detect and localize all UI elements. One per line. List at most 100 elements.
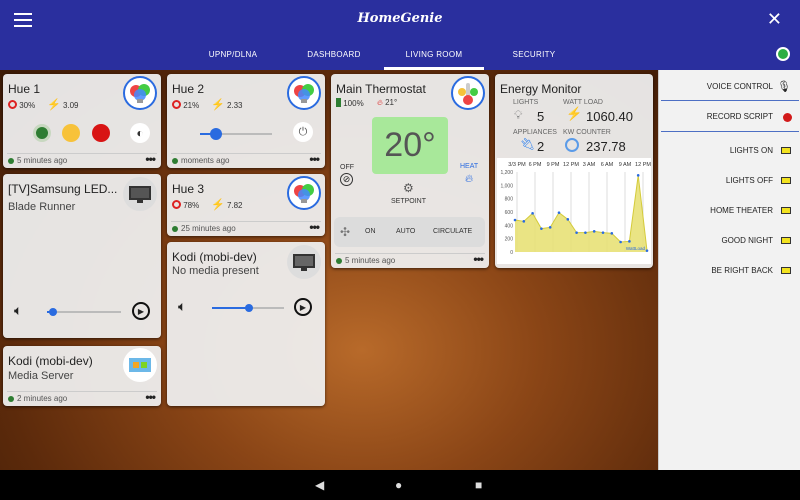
- data-point: [522, 220, 526, 223]
- hue2-level: 21%: [172, 100, 199, 110]
- status-dot: [8, 396, 14, 402]
- app-bar: HomeGenie ✕ UPNP/DLNA DASHBOARD LIVING R…: [0, 0, 800, 70]
- volume-icon[interactable]: 🔈︎: [178, 298, 186, 315]
- scene-indicator: [781, 237, 791, 244]
- kw-counter-value: 237.78: [586, 139, 626, 154]
- hue3-title: Hue 3: [172, 182, 205, 196]
- tab-upnp-dlna[interactable]: UPNP/DLNA: [196, 48, 270, 70]
- tv-volume-slider[interactable]: [47, 308, 121, 316]
- hue3-footer: 25 minutes ago •••: [171, 220, 321, 236]
- energy-title: Energy Monitor: [500, 82, 582, 96]
- bulb-icon[interactable]: [287, 76, 321, 110]
- appliances-label: APPLIANCES: [513, 129, 557, 136]
- hue3-level: 78%: [172, 200, 199, 210]
- y-tick-label: 600: [505, 210, 514, 216]
- hue1-watt: ⚡ 3.09: [47, 99, 79, 111]
- data-point: [636, 174, 640, 177]
- y-tick-label: 800: [505, 197, 514, 203]
- microphone-icon: 🎙︎: [777, 81, 791, 93]
- fan-mode-auto[interactable]: AUTO: [396, 228, 415, 235]
- energy-monitor-card: Energy Monitor LIGHTS 💡︎ 5 WATT LOAD ⚡ 1…: [495, 74, 653, 268]
- hue2-brightness-slider[interactable]: [200, 128, 272, 140]
- scene-home-theater[interactable]: HOME THEATER: [659, 202, 800, 220]
- lights-value: 5: [537, 109, 545, 124]
- more-options-icon[interactable]: •••: [309, 152, 320, 166]
- tv-icon[interactable]: [287, 245, 321, 279]
- lights-label: LIGHTS: [513, 99, 539, 106]
- media-server-icon[interactable]: [123, 348, 157, 382]
- more-options-icon[interactable]: •••: [145, 152, 156, 166]
- play-icon[interactable]: ▶: [132, 302, 150, 320]
- more-options-icon[interactable]: •••: [473, 252, 484, 266]
- bulb-icon[interactable]: [123, 76, 157, 110]
- fan-mode-on[interactable]: ON: [365, 228, 376, 235]
- scene-good-night[interactable]: GOOD NIGHT: [659, 232, 800, 250]
- scene-lights-on[interactable]: LIGHTS ON: [659, 142, 800, 160]
- kodi-server-title: Kodi (mobi-dev): [8, 354, 93, 368]
- data-point: [584, 231, 587, 234]
- tab-bar: UPNP/DLNA DASHBOARD LIVING ROOM SECURITY: [0, 48, 800, 70]
- hue2-card: Hue 2 21% ⚡ 2.33 ⏻ moments ago •••: [167, 74, 325, 168]
- kodi-volume-slider[interactable]: [212, 304, 284, 312]
- heat-label: HEAT: [460, 163, 479, 170]
- y-tick-label: 200: [505, 237, 514, 243]
- kw-counter-label: KW COUNTER: [563, 129, 611, 136]
- tv-icon[interactable]: [123, 177, 157, 211]
- thermostat-icon[interactable]: [451, 76, 485, 110]
- bulb-icon[interactable]: [287, 176, 321, 210]
- connection-status-indicator: [776, 47, 790, 61]
- level-icon: [8, 100, 17, 109]
- data-point: [628, 240, 631, 243]
- off-mode-icon[interactable]: ⊘: [340, 173, 353, 186]
- kodi-server-subtitle: Media Server: [8, 370, 74, 382]
- lightbulb-icon: 💡︎: [514, 108, 523, 122]
- data-point: [592, 230, 596, 233]
- color-red-button[interactable]: [92, 124, 110, 142]
- y-tick-label: 1,200: [500, 170, 513, 176]
- level-icon: [172, 200, 181, 209]
- slider-knob[interactable]: [245, 304, 254, 312]
- tv-card: [TV]Samsung LED... Blade Runner 🔈︎ ▶: [3, 174, 161, 338]
- record-icon: [783, 113, 792, 122]
- side-panel: VOICE CONTROL 🎙︎ RECORD SCRIPT LIGHTS ON …: [658, 70, 800, 470]
- play-icon[interactable]: ▶: [294, 298, 312, 316]
- more-options-icon[interactable]: •••: [145, 390, 156, 404]
- off-label: OFF: [340, 164, 354, 171]
- data-point: [645, 249, 649, 252]
- home-icon[interactable]: ●: [395, 478, 402, 492]
- hue3-card: Hue 3 78% ⚡ 7.82 25 minutes ago •••: [167, 174, 325, 236]
- record-script-button[interactable]: RECORD SCRIPT: [659, 108, 800, 126]
- thermostat-footer: 5 minutes ago •••: [335, 252, 485, 268]
- data-point: [610, 232, 614, 235]
- setpoint-display[interactable]: 20°: [372, 117, 448, 174]
- close-icon[interactable]: ✕: [767, 9, 782, 30]
- tv-title: [TV]Samsung LED...: [8, 182, 118, 196]
- data-point: [566, 218, 570, 221]
- color-yellow-button[interactable]: [62, 124, 80, 142]
- heat-mode-icon[interactable]: 🔥︎: [465, 173, 473, 186]
- tab-living-room[interactable]: LIVING ROOM: [384, 48, 484, 70]
- slider-knob[interactable]: [209, 128, 222, 140]
- brightness-icon[interactable]: ◐: [130, 123, 150, 143]
- voice-control-button[interactable]: VOICE CONTROL 🎙︎: [659, 78, 800, 96]
- gear-icon[interactable]: ⚙: [403, 181, 414, 195]
- back-icon[interactable]: ◀: [315, 478, 324, 492]
- fan-mode-circulate[interactable]: CIRCULATE: [433, 228, 472, 235]
- color-green-button[interactable]: [33, 124, 51, 142]
- power-icon[interactable]: ⏻: [293, 122, 313, 142]
- appliances-value: 2: [537, 139, 545, 154]
- scene-lights-off[interactable]: LIGHTS OFF: [659, 172, 800, 190]
- more-options-icon[interactable]: •••: [309, 220, 320, 234]
- y-tick-label: 400: [505, 223, 514, 229]
- tab-security[interactable]: SECURITY: [500, 48, 568, 70]
- x-tick-label: 3 AM: [583, 162, 596, 168]
- slider-knob[interactable]: [48, 308, 57, 316]
- recents-icon[interactable]: ■: [475, 478, 482, 492]
- scene-be-right-back[interactable]: BE RIGHT BACK: [659, 262, 800, 280]
- hue2-footer: moments ago •••: [171, 152, 321, 168]
- tab-dashboard[interactable]: DASHBOARD: [296, 48, 372, 70]
- volume-icon[interactable]: 🔈︎: [14, 302, 22, 319]
- x-tick-label: 12 PM: [635, 162, 651, 168]
- scene-indicator: [781, 177, 791, 184]
- energy-chart: 3/3 PM 6 PM 9 PM 12 PM 3 AM 6 AM 9 AM 12 PM1,20…: [497, 158, 651, 264]
